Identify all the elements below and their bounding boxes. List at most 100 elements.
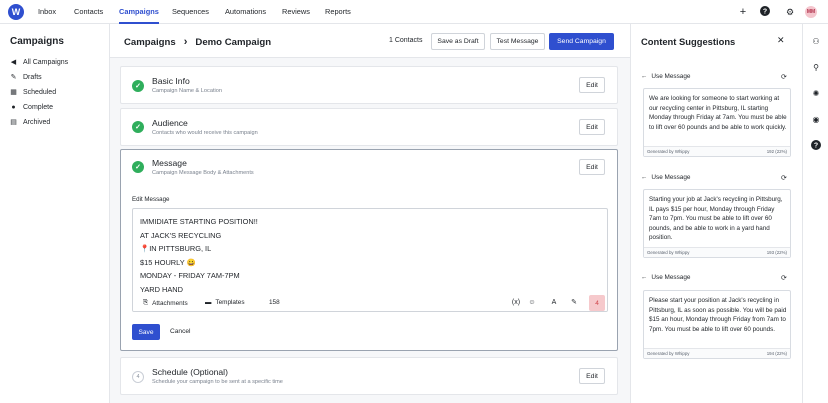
use-message-button[interactable]: ← Use Message bbox=[641, 73, 690, 80]
nav-sequences[interactable]: Sequences bbox=[172, 0, 209, 24]
section-title: Basic Info bbox=[152, 76, 190, 86]
arrow-left-icon: ← bbox=[641, 274, 648, 281]
edit-schedule-button[interactable]: Edit bbox=[579, 368, 605, 384]
message-line: 📍IN PITTSBURG, IL bbox=[140, 244, 212, 253]
sidebar-item-label: Complete bbox=[23, 103, 53, 111]
segment-count-badge: 4 bbox=[589, 295, 605, 311]
nav-campaigns[interactable]: Campaigns bbox=[119, 0, 159, 24]
nav-reviews[interactable]: Reviews bbox=[282, 0, 310, 24]
chevron-right-icon: › bbox=[183, 36, 188, 48]
cancel-button[interactable]: Cancel bbox=[170, 328, 191, 335]
sidebar-title: Campaigns bbox=[10, 36, 64, 47]
gear-icon[interactable]: ⚙ bbox=[784, 6, 796, 18]
section-subtitle: Schedule your campaign to be sent at a s… bbox=[152, 379, 283, 385]
sidebar-item-archived[interactable]: ▤ Archived bbox=[10, 116, 50, 128]
refresh-icon[interactable]: ⟳ bbox=[781, 174, 787, 182]
edit-message-button[interactable]: Edit bbox=[579, 159, 605, 175]
pen-icon[interactable]: ✎ bbox=[569, 298, 579, 308]
sidebar-item-drafts[interactable]: ✎ Drafts bbox=[10, 71, 42, 83]
suggestion-text: Starting your job at Jack's recycling in… bbox=[649, 196, 783, 242]
main-panel: Campaigns › Demo Campaign 1 Contacts Sav… bbox=[110, 24, 630, 403]
audience-section[interactable]: ✓ Audience Contacts who would receive th… bbox=[120, 108, 618, 146]
section-title: Message bbox=[152, 158, 187, 168]
svg-text:?: ? bbox=[763, 9, 767, 16]
schedule-section[interactable]: 4 Schedule (Optional) Schedule your camp… bbox=[120, 357, 618, 395]
nav-contacts[interactable]: Contacts bbox=[74, 0, 103, 24]
breadcrumb: Campaigns › Demo Campaign bbox=[124, 36, 271, 48]
suggestion-footer: Generated by Whippy 193 (22%) bbox=[644, 247, 790, 257]
check-circle-icon: ● bbox=[11, 103, 16, 111]
sidebar-item-scheduled[interactable]: ▦ Scheduled bbox=[10, 86, 56, 98]
section-subtitle: Campaign Message Body & Attachments bbox=[152, 170, 254, 176]
suggestion-count: 193 (22%) bbox=[766, 250, 787, 255]
arrow-left-icon: ← bbox=[641, 174, 648, 181]
nav-reports[interactable]: Reports bbox=[325, 0, 351, 24]
message-line: MONDAY - FRIDAY 7AM-7PM bbox=[140, 271, 240, 280]
breadcrumb-current: Demo Campaign bbox=[195, 36, 272, 48]
edit-message-label: Edit Message bbox=[132, 196, 170, 203]
save-draft-button[interactable]: Save as Draft bbox=[431, 33, 485, 50]
users-group-icon[interactable]: ⚇ bbox=[810, 36, 822, 48]
refresh-icon[interactable]: ⟳ bbox=[781, 73, 787, 81]
message-line: IMMIDIATE STARTING POSITION!! bbox=[140, 217, 258, 226]
section-title: Schedule (Optional) bbox=[152, 367, 228, 377]
sidebar-item-label: Drafts bbox=[23, 73, 42, 81]
close-icon[interactable]: ✕ bbox=[777, 35, 785, 46]
use-message-label: Use Message bbox=[651, 73, 691, 80]
top-navigation: W Inbox Contacts Campaigns Sequences Aut… bbox=[0, 0, 828, 24]
svg-text:?: ? bbox=[814, 143, 818, 150]
generated-by: Generated by Whippy bbox=[647, 250, 690, 255]
campaign-header: Campaigns › Demo Campaign 1 Contacts Sav… bbox=[110, 24, 630, 58]
sidebar-item-complete[interactable]: ● Complete bbox=[10, 101, 53, 113]
pencil-icon: ✎ bbox=[10, 74, 17, 81]
message-editor[interactable]: IMMIDIATE STARTING POSITION!! AT JACK'S … bbox=[132, 208, 608, 312]
message-line: $15 HOURLY 😀 bbox=[140, 258, 196, 267]
save-button[interactable]: Save bbox=[132, 324, 160, 340]
nav-automations[interactable]: Automations bbox=[225, 0, 266, 24]
lightbulb-icon[interactable]: ✺ bbox=[810, 88, 822, 100]
nav-inbox[interactable]: Inbox bbox=[38, 0, 56, 24]
use-message-button[interactable]: ← Use Message bbox=[641, 274, 690, 281]
breadcrumb-root[interactable]: Campaigns bbox=[124, 37, 176, 48]
check-icon: ✓ bbox=[132, 80, 144, 92]
generated-by: Generated by Whippy bbox=[647, 351, 690, 356]
refresh-icon[interactable]: ⟳ bbox=[781, 274, 787, 282]
user-avatar[interactable]: MM bbox=[805, 6, 817, 18]
test-message-button[interactable]: Test Message bbox=[490, 33, 545, 50]
sidebar-item-label: Scheduled bbox=[23, 88, 57, 96]
sidebar-item-all-campaigns[interactable]: ◀ All Campaigns bbox=[10, 56, 68, 68]
suggestion-footer: Generated by Whippy 192 (22%) bbox=[644, 146, 790, 156]
help-icon[interactable]: ? bbox=[759, 6, 771, 18]
suggestion-count: 194 (22%) bbox=[766, 351, 787, 356]
plus-icon[interactable]: + bbox=[737, 6, 749, 18]
basic-info-section[interactable]: ✓ Basic Info Campaign Name & Location Ed… bbox=[120, 66, 618, 104]
app-logo[interactable]: W bbox=[8, 4, 24, 20]
eye-icon[interactable]: ◉ bbox=[810, 114, 822, 126]
content-suggestions-panel: Content Suggestions ✕ ← Use Message ⟳ We… bbox=[630, 24, 802, 403]
contacts-count[interactable]: 1 Contacts bbox=[389, 37, 422, 44]
templates-button[interactable]: ▬ Templates bbox=[205, 299, 245, 306]
user-plus-icon[interactable]: ⚲ bbox=[810, 62, 822, 74]
attachments-label: Attachments bbox=[152, 299, 188, 307]
send-campaign-button[interactable]: Send Campaign bbox=[549, 33, 614, 50]
edit-audience-button[interactable]: Edit bbox=[579, 119, 605, 135]
variable-icon[interactable]: (x) bbox=[511, 298, 521, 308]
use-message-button[interactable]: ← Use Message bbox=[641, 174, 690, 181]
check-icon: ✓ bbox=[132, 161, 144, 173]
emoji-icon[interactable]: ☺ bbox=[527, 298, 537, 308]
arrow-left-icon: ← bbox=[641, 73, 648, 80]
suggestion-text: We are looking for someone to start work… bbox=[649, 95, 787, 131]
section-subtitle: Campaign Name & Location bbox=[152, 88, 222, 94]
translate-icon[interactable]: A bbox=[549, 298, 559, 308]
message-line: AT JACK'S RECYCLING bbox=[140, 231, 222, 240]
archive-icon: ▤ bbox=[10, 119, 17, 126]
edit-basic-info-button[interactable]: Edit bbox=[579, 77, 605, 93]
megaphone-icon: ◀ bbox=[10, 59, 17, 66]
editor-toolbar: ⎘ Attachments ▬ Templates 158 (x) ☺ A ✎ … bbox=[133, 293, 607, 311]
sidebar-item-label: Archived bbox=[23, 118, 51, 126]
attachments-button[interactable]: ⎘ Attachments bbox=[143, 299, 188, 307]
help-icon[interactable]: ? bbox=[810, 140, 822, 152]
right-rail: ⚇ ⚲ ✺ ◉ ? bbox=[802, 24, 828, 403]
suggestion-card: We are looking for someone to start work… bbox=[643, 88, 791, 157]
generated-by: Generated by Whippy bbox=[647, 149, 690, 154]
